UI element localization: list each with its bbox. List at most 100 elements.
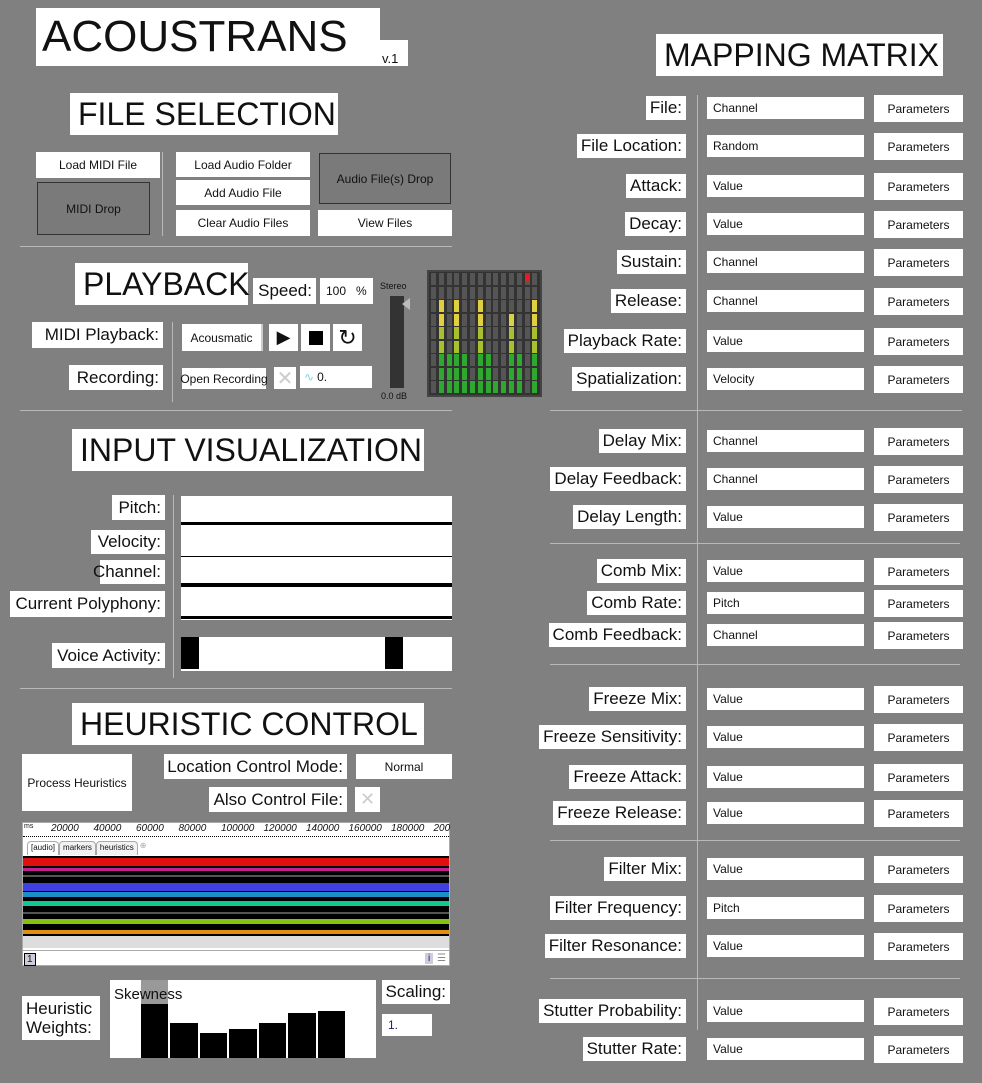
mapping-label: Decay: <box>625 212 686 236</box>
add-audio-file-button[interactable]: Add Audio File <box>176 180 310 205</box>
add-tab-icon[interactable]: ⊕ <box>140 841 147 855</box>
velocity-label: Velocity: <box>91 530 165 554</box>
waveform-lane <box>23 892 449 897</box>
mapping-source-menu[interactable]: Value <box>707 175 864 197</box>
parameters-button[interactable]: Parameters <box>874 173 963 200</box>
parameters-button[interactable]: Parameters <box>874 686 963 713</box>
parameters-button[interactable]: Parameters <box>874 366 963 393</box>
mapping-source-menu[interactable]: Value <box>707 506 864 528</box>
midi-input-graph <box>181 496 452 620</box>
mapping-source-menu[interactable]: Pitch <box>707 897 864 919</box>
timeline-tab[interactable]: heuristics <box>95 841 138 855</box>
meter-segment <box>516 273 522 285</box>
divider <box>20 410 452 411</box>
meter-segment <box>493 367 499 380</box>
parameters-button[interactable]: Parameters <box>874 211 963 238</box>
parameters-button[interactable]: Parameters <box>874 95 963 122</box>
parameters-button[interactable]: Parameters <box>874 895 963 922</box>
loop-button[interactable]: ↻ <box>333 324 362 351</box>
meter-segment <box>524 286 530 299</box>
parameters-button[interactable]: Parameters <box>874 856 963 883</box>
meter-segment <box>532 367 538 380</box>
info-button[interactable]: i <box>425 953 434 964</box>
parameters-button[interactable]: Parameters <box>874 764 963 791</box>
mapping-source-menu[interactable]: Value <box>707 1000 864 1022</box>
parameters-button[interactable]: Parameters <box>874 800 963 827</box>
mapping-label: Stutter Probability: <box>539 999 686 1023</box>
weight-bar[interactable] <box>229 1029 257 1058</box>
load-audio-folder-button[interactable]: Load Audio Folder <box>176 152 310 177</box>
parameters-button[interactable]: Parameters <box>874 249 963 276</box>
scaling-input[interactable]: 1. <box>382 1014 432 1036</box>
weight-bar[interactable] <box>288 1012 316 1058</box>
timeline-tab[interactable]: [audio] <box>27 841 60 855</box>
mapping-source-menu[interactable]: Value <box>707 330 864 352</box>
weight-bar[interactable] <box>258 1022 287 1058</box>
gain-handle-icon[interactable] <box>402 298 410 310</box>
weight-bar[interactable] <box>317 1011 346 1058</box>
mapping-source-menu[interactable]: Value <box>707 935 864 957</box>
mapping-source-menu[interactable]: Random <box>707 135 864 157</box>
parameters-button[interactable]: Parameters <box>874 428 963 455</box>
parameters-button[interactable]: Parameters <box>874 328 963 355</box>
menu-icon[interactable]: ☰ <box>437 953 446 964</box>
divider <box>697 95 698 1030</box>
mapping-source-menu[interactable]: Channel <box>707 624 864 646</box>
mapping-source-menu[interactable]: Channel <box>707 290 864 312</box>
mapping-source-menu[interactable]: Channel <box>707 97 864 119</box>
heuristic-weights-multislider[interactable]: Skewness <box>110 980 376 1058</box>
mapping-source-menu[interactable]: Channel <box>707 251 864 273</box>
mapping-source-menu[interactable]: Value <box>707 560 864 582</box>
parameters-button[interactable]: Parameters <box>874 933 963 960</box>
location-mode-menu[interactable]: Normal <box>356 754 452 779</box>
playback-heading: PLAYBACK <box>75 263 250 305</box>
tick-label: 180000 <box>391 823 425 834</box>
timeline-scrollbar[interactable] <box>23 936 449 948</box>
midi-drop-zone[interactable]: MIDI Drop <box>37 182 150 235</box>
parameters-button[interactable]: Parameters <box>874 622 963 649</box>
audio-drop-zone[interactable]: Audio File(s) Drop <box>319 153 451 204</box>
mapping-label: Freeze Attack: <box>569 765 686 789</box>
mapping-source-menu[interactable]: Value <box>707 1038 864 1060</box>
parameters-button[interactable]: Parameters <box>874 288 963 315</box>
parameters-button[interactable]: Parameters <box>874 558 963 585</box>
stop-button[interactable] <box>301 324 330 351</box>
also-control-file-toggle[interactable]: ✕ <box>355 787 380 812</box>
playback-mode-menu[interactable]: Acousmatic <box>182 324 263 351</box>
parameters-button[interactable]: Parameters <box>874 998 963 1025</box>
mapping-source-menu[interactable]: Value <box>707 858 864 880</box>
view-files-button[interactable]: View Files <box>318 210 452 236</box>
mapping-source-menu[interactable]: Velocity <box>707 368 864 390</box>
open-recording-button[interactable]: Open Recording <box>180 368 268 389</box>
parameters-button[interactable]: Parameters <box>874 133 963 160</box>
mapping-source-menu[interactable]: Value <box>707 213 864 235</box>
play-button[interactable]: ▶ <box>269 324 298 351</box>
mapping-source-menu[interactable]: Value <box>707 726 864 748</box>
parameters-button[interactable]: Parameters <box>874 724 963 751</box>
audio-timeline[interactable]: ms 20000 40000 60000 80000 100000 120000 14000… <box>22 822 450 966</box>
speed-input[interactable]: 100% <box>320 278 373 304</box>
parameters-button[interactable]: Parameters <box>874 590 963 617</box>
clear-audio-files-button[interactable]: Clear Audio Files <box>176 210 310 236</box>
mapping-source-menu[interactable]: Channel <box>707 430 864 452</box>
parameters-button[interactable]: Parameters <box>874 466 963 493</box>
mapping-source-menu[interactable]: Value <box>707 766 864 788</box>
parameters-button[interactable]: Parameters <box>874 1036 963 1063</box>
process-heuristics-button[interactable]: Process Heuristics <box>22 754 132 811</box>
parameters-button[interactable]: Parameters <box>874 504 963 531</box>
load-midi-button[interactable]: Load MIDI File <box>36 152 160 178</box>
record-number-box[interactable]: ∿ 0. <box>300 366 372 388</box>
mapping-source-menu[interactable]: Pitch <box>707 592 864 614</box>
mapping-source-menu[interactable]: Value <box>707 688 864 710</box>
meter-segment <box>477 300 483 312</box>
meter-segment <box>454 340 460 353</box>
mapping-source-menu[interactable]: Channel <box>707 468 864 490</box>
mapping-source-menu[interactable]: Value <box>707 802 864 824</box>
weight-bar[interactable] <box>170 1022 198 1058</box>
timeline-tab[interactable]: markers <box>59 841 96 855</box>
heuristic-weights-label: Heuristic Weights: <box>22 996 100 1040</box>
weight-bar[interactable] <box>199 1033 228 1058</box>
page-number[interactable]: 1 <box>24 953 36 966</box>
record-toggle[interactable]: ✕ <box>274 367 296 390</box>
waveform-lane <box>23 919 449 924</box>
